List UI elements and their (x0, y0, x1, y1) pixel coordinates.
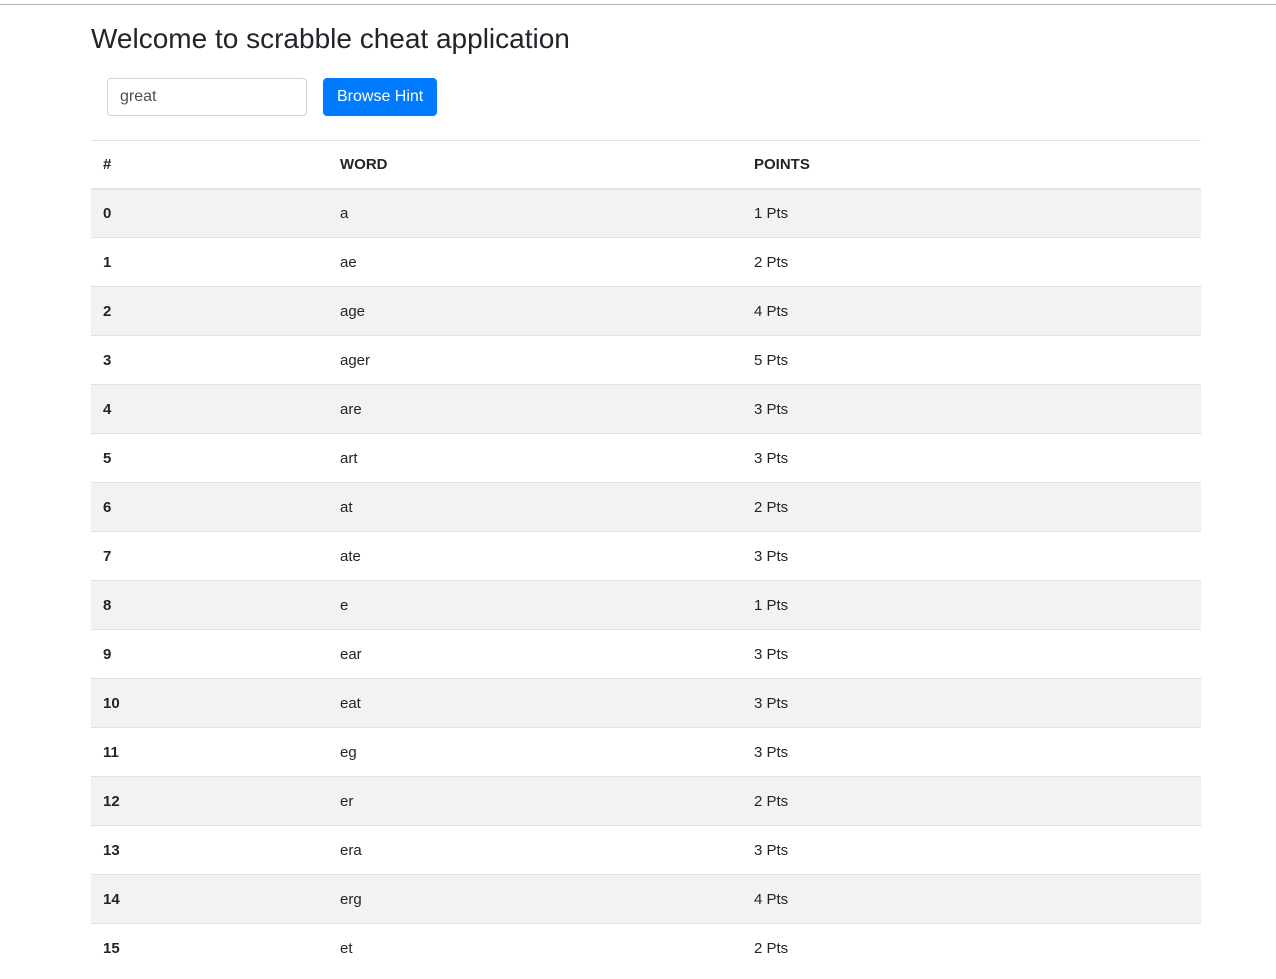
row-index: 8 (91, 580, 328, 630)
row-points: 5 Pts (742, 335, 1201, 385)
row-index: 2 (91, 286, 328, 336)
row-index: 3 (91, 335, 328, 385)
row-word: eg (328, 727, 742, 777)
table-row: 14 erg 4 Pts (91, 874, 1201, 924)
row-index: 11 (91, 727, 328, 777)
header-index: # (91, 140, 328, 190)
table-row: 15 et 2 Pts (91, 923, 1201, 973)
row-points: 4 Pts (742, 874, 1201, 924)
row-index: 0 (91, 188, 328, 238)
table-row: 1 ae 2 Pts (91, 237, 1201, 287)
row-word: et (328, 923, 742, 973)
row-word: at (328, 482, 742, 532)
row-index: 4 (91, 384, 328, 434)
row-index: 5 (91, 433, 328, 483)
row-word: age (328, 286, 742, 336)
table-row: 9 ear 3 Pts (91, 629, 1201, 679)
page-title: Welcome to scrabble cheat application (91, 23, 570, 54)
row-points: 3 Pts (742, 678, 1201, 728)
row-points: 2 Pts (742, 776, 1201, 826)
row-word: erg (328, 874, 742, 924)
table-body: 0a1 Pts 1 ae 2 Pts 2 age 4 Pts 3 ager 5 Pts 4 are 3 … (91, 188, 1201, 973)
row-word: er (328, 776, 742, 826)
row-points: 3 Pts (742, 629, 1201, 679)
search-row: Browse Hint (107, 78, 438, 116)
row-word: era (328, 825, 742, 875)
table-row: 2 age 4 Pts (91, 286, 1201, 336)
row-points: 1 Pts (742, 188, 1201, 238)
row-word: ear (328, 629, 742, 679)
row-points: 1 Pts (742, 580, 1201, 630)
row-word: ate (328, 531, 742, 581)
table-row: 10 eat 3 Pts (91, 678, 1201, 728)
header-row: # WORD POINTS (91, 140, 1201, 190)
row-points: 3 Pts (742, 384, 1201, 434)
row-index: 1 (91, 237, 328, 287)
row-word: eat (328, 678, 742, 728)
row-points: 2 Pts (742, 237, 1201, 287)
row-index: 10 (91, 678, 328, 728)
row-word: art (328, 433, 742, 483)
row-index: 6 (91, 482, 328, 532)
table-row: 5 art 3 Pts (91, 433, 1201, 483)
table-row: 7 ate 3 Pts (91, 531, 1201, 581)
row-points: 2 Pts (742, 923, 1201, 973)
row-points: 4 Pts (742, 286, 1201, 336)
row-word: ae (328, 237, 742, 287)
header-points: POINTS (742, 140, 1201, 190)
header-word: WORD (328, 140, 742, 190)
table-row: 0a1 Pts (91, 188, 1201, 238)
row-index: 15 (91, 923, 328, 973)
row-points: 3 Pts (742, 433, 1201, 483)
word-input[interactable] (107, 78, 307, 116)
table-row: 8e1 Pts (91, 580, 1201, 630)
row-points: 3 Pts (742, 531, 1201, 581)
results-table: # WORD POINTS 0a1 Pts 1 ae 2 Pts 2 age 4 Pts 3 a… (91, 140, 1201, 973)
row-index: 13 (91, 825, 328, 875)
browse-hint-button[interactable]: Browse Hint (323, 78, 438, 116)
row-word: e (328, 580, 742, 630)
table-row: 11 eg 3 Pts (91, 727, 1201, 777)
row-index: 9 (91, 629, 328, 679)
table-row: 13 era 3 Pts (91, 825, 1201, 875)
row-index: 12 (91, 776, 328, 826)
table-row: 3 ager 5 Pts (91, 335, 1201, 385)
table-row: 4 are 3 Pts (91, 384, 1201, 434)
row-index: 14 (91, 874, 328, 924)
table-row: 6 at 2 Pts (91, 482, 1201, 532)
row-points: 3 Pts (742, 825, 1201, 875)
top-divider (0, 4, 1276, 5)
row-word: a (328, 188, 742, 238)
row-word: are (328, 384, 742, 434)
row-points: 3 Pts (742, 727, 1201, 777)
row-index: 7 (91, 531, 328, 581)
table-header: # WORD POINTS (91, 140, 1201, 190)
row-points: 2 Pts (742, 482, 1201, 532)
table-row: 12 er 2 Pts (91, 776, 1201, 826)
row-word: ager (328, 335, 742, 385)
